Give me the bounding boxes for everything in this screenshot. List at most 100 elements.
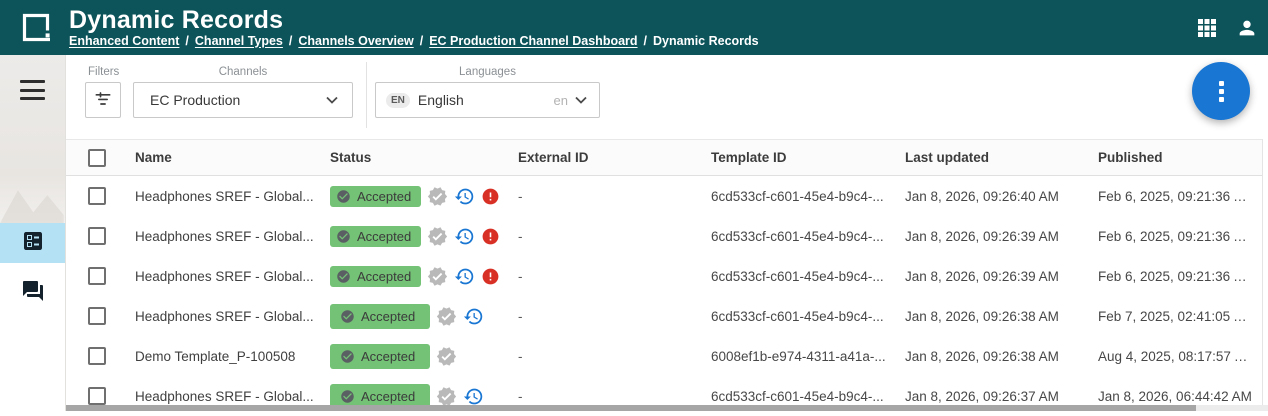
external-id: - <box>518 349 711 364</box>
horizontal-scrollbar[interactable] <box>66 405 1268 411</box>
last-updated: Jan 8, 2026, 09:26:40 AM <box>905 189 1098 204</box>
status-cell: Accepted <box>330 266 518 287</box>
certified-icon[interactable] <box>436 306 457 327</box>
channels-label: Channels <box>133 66 353 78</box>
check-circle-icon <box>340 349 355 364</box>
breadcrumb-link[interactable]: Channel Types <box>195 34 283 48</box>
template-id: 6cd533cf-c601-45e4-b9c4-... <box>711 389 905 404</box>
history-icon[interactable] <box>454 266 475 287</box>
filters-divider <box>366 62 367 128</box>
check-circle-icon <box>336 229 351 244</box>
channels-select[interactable]: EC Production <box>133 82 353 118</box>
certified-icon[interactable] <box>427 186 448 207</box>
error-icon[interactable] <box>481 267 500 286</box>
row-checkbox-cell <box>66 267 135 285</box>
row-checkbox[interactable] <box>88 227 106 245</box>
check-circle-icon <box>336 189 351 204</box>
record-name: Headphones SREF - Global... <box>135 189 330 204</box>
column-header-template-id: Template ID <box>711 150 905 165</box>
check-circle-icon <box>340 389 355 404</box>
page-title: Dynamic Records <box>69 7 759 33</box>
vertical-scrollbar[interactable] <box>1262 139 1268 405</box>
menu-toggle-button[interactable] <box>20 80 46 100</box>
table-body: Headphones SREF - Global... Accepted <box>66 176 1268 416</box>
certified-icon[interactable] <box>436 346 457 367</box>
last-updated: Jan 8, 2026, 09:26:38 AM <box>905 349 1098 364</box>
certified-icon[interactable] <box>427 266 448 287</box>
template-id: 6008ef1b-e974-4311-a41a-... <box>711 349 905 364</box>
row-checkbox[interactable] <box>88 307 106 325</box>
published: Feb 6, 2025, 09:21:36 AM <box>1098 229 1262 244</box>
breadcrumb-current: Dynamic Records <box>653 34 759 48</box>
certified-icon[interactable] <box>436 386 457 407</box>
table-row[interactable]: Headphones SREF - Global... Accepted <box>66 296 1262 336</box>
languages-select[interactable]: EN English en <box>375 82 600 118</box>
actions-fab-button[interactable] <box>1192 62 1250 120</box>
external-id: - <box>518 309 711 324</box>
apps-grid-icon[interactable] <box>1196 17 1218 39</box>
published: Aug 4, 2025, 08:17:57 AM <box>1098 349 1262 364</box>
history-icon[interactable] <box>463 386 484 407</box>
row-checkbox-cell <box>66 347 135 365</box>
column-header-status: Status <box>330 150 518 165</box>
row-checkbox[interactable] <box>88 187 106 205</box>
table-row[interactable]: Headphones SREF - Global... Accepted <box>66 216 1262 256</box>
row-checkbox[interactable] <box>88 387 106 405</box>
column-header-external-id: External ID <box>518 150 711 165</box>
records-table: Name Status External ID Template ID Last… <box>66 139 1268 416</box>
breadcrumb-separator: / <box>185 34 188 48</box>
channels-select-value: EC Production <box>150 92 326 108</box>
app-bar: Dynamic Records Enhanced Content / Channel… <box>0 0 1268 55</box>
row-checkbox[interactable] <box>88 347 106 365</box>
template-id: 6cd533cf-c601-45e4-b9c4-... <box>711 189 905 204</box>
external-id: - <box>518 389 711 404</box>
row-checkbox[interactable] <box>88 267 106 285</box>
status-label: Accepted <box>357 269 411 284</box>
status-label: Accepted <box>361 309 415 324</box>
app-bar-actions <box>1196 17 1258 39</box>
sidebar-item-comments[interactable] <box>0 273 65 313</box>
sidebar-item-records[interactable] <box>0 223 65 263</box>
certified-icon[interactable] <box>427 226 448 247</box>
record-name: Headphones SREF - Global... <box>135 229 330 244</box>
template-id: 6cd533cf-c601-45e4-b9c4-... <box>711 269 905 284</box>
history-icon[interactable] <box>463 306 484 327</box>
languages-label: Languages <box>375 66 600 78</box>
published: Feb 6, 2025, 09:21:36 AM <box>1098 269 1262 284</box>
column-header-last-updated: Last updated <box>905 150 1098 165</box>
breadcrumb-link[interactable]: Enhanced Content <box>69 34 179 48</box>
user-icon[interactable] <box>1236 17 1258 39</box>
breadcrumb: Enhanced Content / Channel Types / Channels … <box>69 34 759 49</box>
filters-bar: Filters Channels EC Production Languages… <box>66 55 1268 139</box>
check-circle-icon <box>336 269 351 284</box>
template-id: 6cd533cf-c601-45e4-b9c4-... <box>711 229 905 244</box>
chevron-down-icon <box>326 91 338 109</box>
breadcrumb-link[interactable]: EC Production Channel Dashboard <box>429 34 637 48</box>
scrollbar-thumb[interactable] <box>66 405 1196 411</box>
history-icon[interactable] <box>454 226 475 247</box>
history-icon[interactable] <box>454 186 475 207</box>
language-short-code: en <box>554 93 568 108</box>
status-badge: Accepted <box>330 304 430 329</box>
table-row[interactable]: Demo Template_P-100508 Accepted - 6008ef… <box>66 336 1262 376</box>
breadcrumb-separator: / <box>420 34 423 48</box>
row-checkbox-cell <box>66 227 135 245</box>
row-checkbox-cell <box>66 187 135 205</box>
filter-button[interactable] <box>85 82 121 118</box>
table-row[interactable]: Headphones SREF - Global... Accepted <box>66 256 1262 296</box>
breadcrumb-separator: / <box>289 34 292 48</box>
published: Feb 7, 2025, 02:41:05 AM <box>1098 309 1262 324</box>
last-updated: Jan 8, 2026, 09:26:39 AM <box>905 269 1098 284</box>
status-cell: Accepted <box>330 304 518 329</box>
error-icon[interactable] <box>481 187 500 206</box>
record-name: Headphones SREF - Global... <box>135 389 330 404</box>
status-label: Accepted <box>357 229 411 244</box>
record-name: Headphones SREF - Global... <box>135 309 330 324</box>
error-icon[interactable] <box>481 227 500 246</box>
breadcrumb-separator: / <box>644 34 647 48</box>
table-row[interactable]: Headphones SREF - Global... Accepted <box>66 176 1262 216</box>
row-checkbox-cell <box>66 307 135 325</box>
breadcrumb-link[interactable]: Channels Overview <box>298 34 413 48</box>
status-label: Accepted <box>361 389 415 404</box>
select-all-checkbox[interactable] <box>88 149 106 167</box>
